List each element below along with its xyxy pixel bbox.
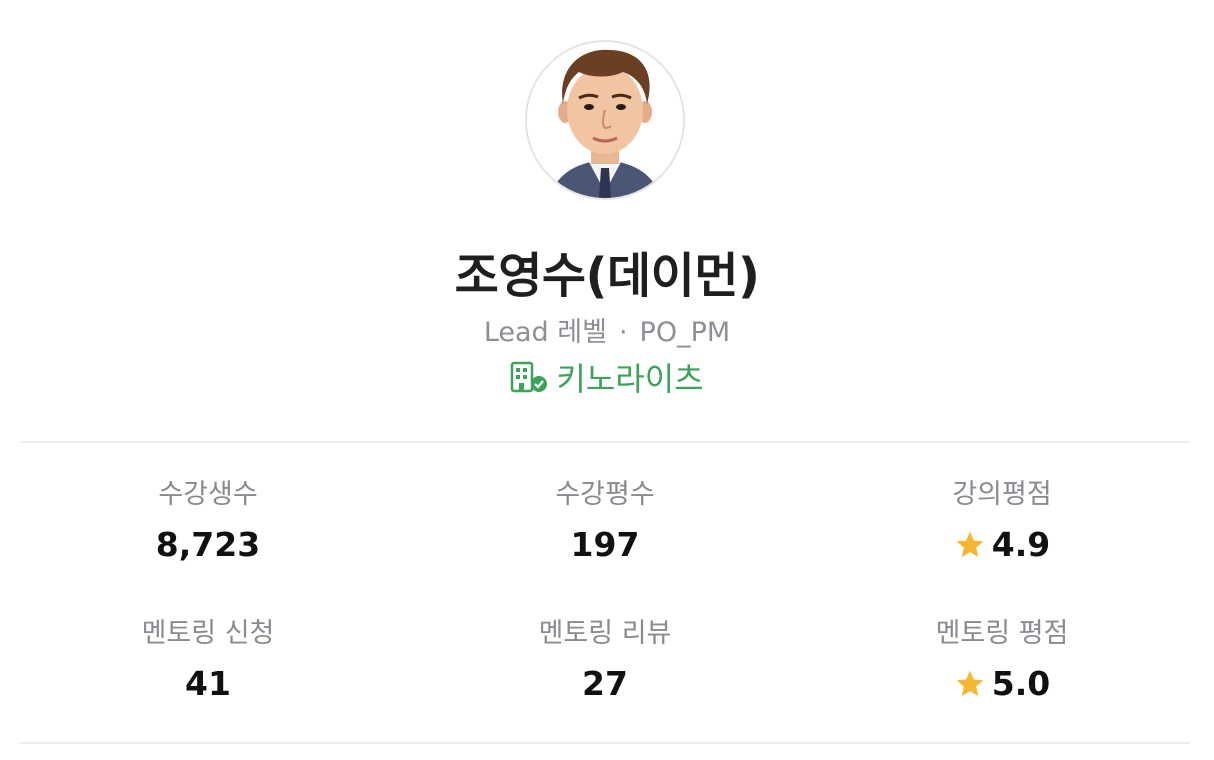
- stat-value: 4.9: [991, 525, 1051, 564]
- company-link[interactable]: 키노라이츠: [0, 354, 1214, 400]
- stat-value: 27: [582, 664, 628, 703]
- avatar: [525, 40, 685, 200]
- stat-label: 멘토링 신청: [141, 618, 275, 649]
- star-icon: [954, 668, 986, 700]
- stat-label: 수강생수: [158, 479, 258, 510]
- star-icon: [954, 529, 986, 561]
- stat-value: 41: [185, 664, 231, 703]
- top-divider: [20, 441, 1190, 443]
- company-name: 키노라이츠: [556, 360, 704, 398]
- role-label: PO_PM: [639, 317, 731, 348]
- stat-label: 멘토링 평점: [935, 618, 1069, 649]
- instructor-profile: 조영수(데이먼) Lead 레벨 · PO_PM 키노라이츠 수강생수 8,723 …: [0, 0, 1214, 760]
- stat-label: 강의평점: [952, 479, 1052, 510]
- stat-students: 수강생수 8,723: [58, 476, 358, 564]
- stat-mentoring-requests: 멘토링 신청 41: [58, 615, 358, 703]
- stat-label: 수강평수: [555, 479, 655, 510]
- building-check-icon: [510, 360, 550, 394]
- stat-course-rating: 강의평점 4.9: [852, 476, 1152, 564]
- instructor-meta: Lead 레벨 · PO_PM: [0, 310, 1214, 349]
- stat-reviews: 수강평수 197: [455, 476, 755, 564]
- instructor-name: 조영수(데이먼): [454, 248, 760, 304]
- bottom-divider: [20, 742, 1190, 744]
- stat-value: 8,723: [155, 525, 261, 564]
- stat-mentoring-rating: 멘토링 평점 5.0: [852, 615, 1152, 703]
- stat-value: 5.0: [991, 664, 1051, 703]
- avatar-illustration: [527, 42, 683, 198]
- meta-separator: ·: [618, 317, 628, 348]
- stat-mentoring-reviews: 멘토링 리뷰 27: [455, 615, 755, 703]
- stat-value: 197: [570, 525, 640, 564]
- level-label: Lead 레벨: [483, 317, 607, 348]
- stat-label: 멘토링 리뷰: [538, 618, 672, 649]
